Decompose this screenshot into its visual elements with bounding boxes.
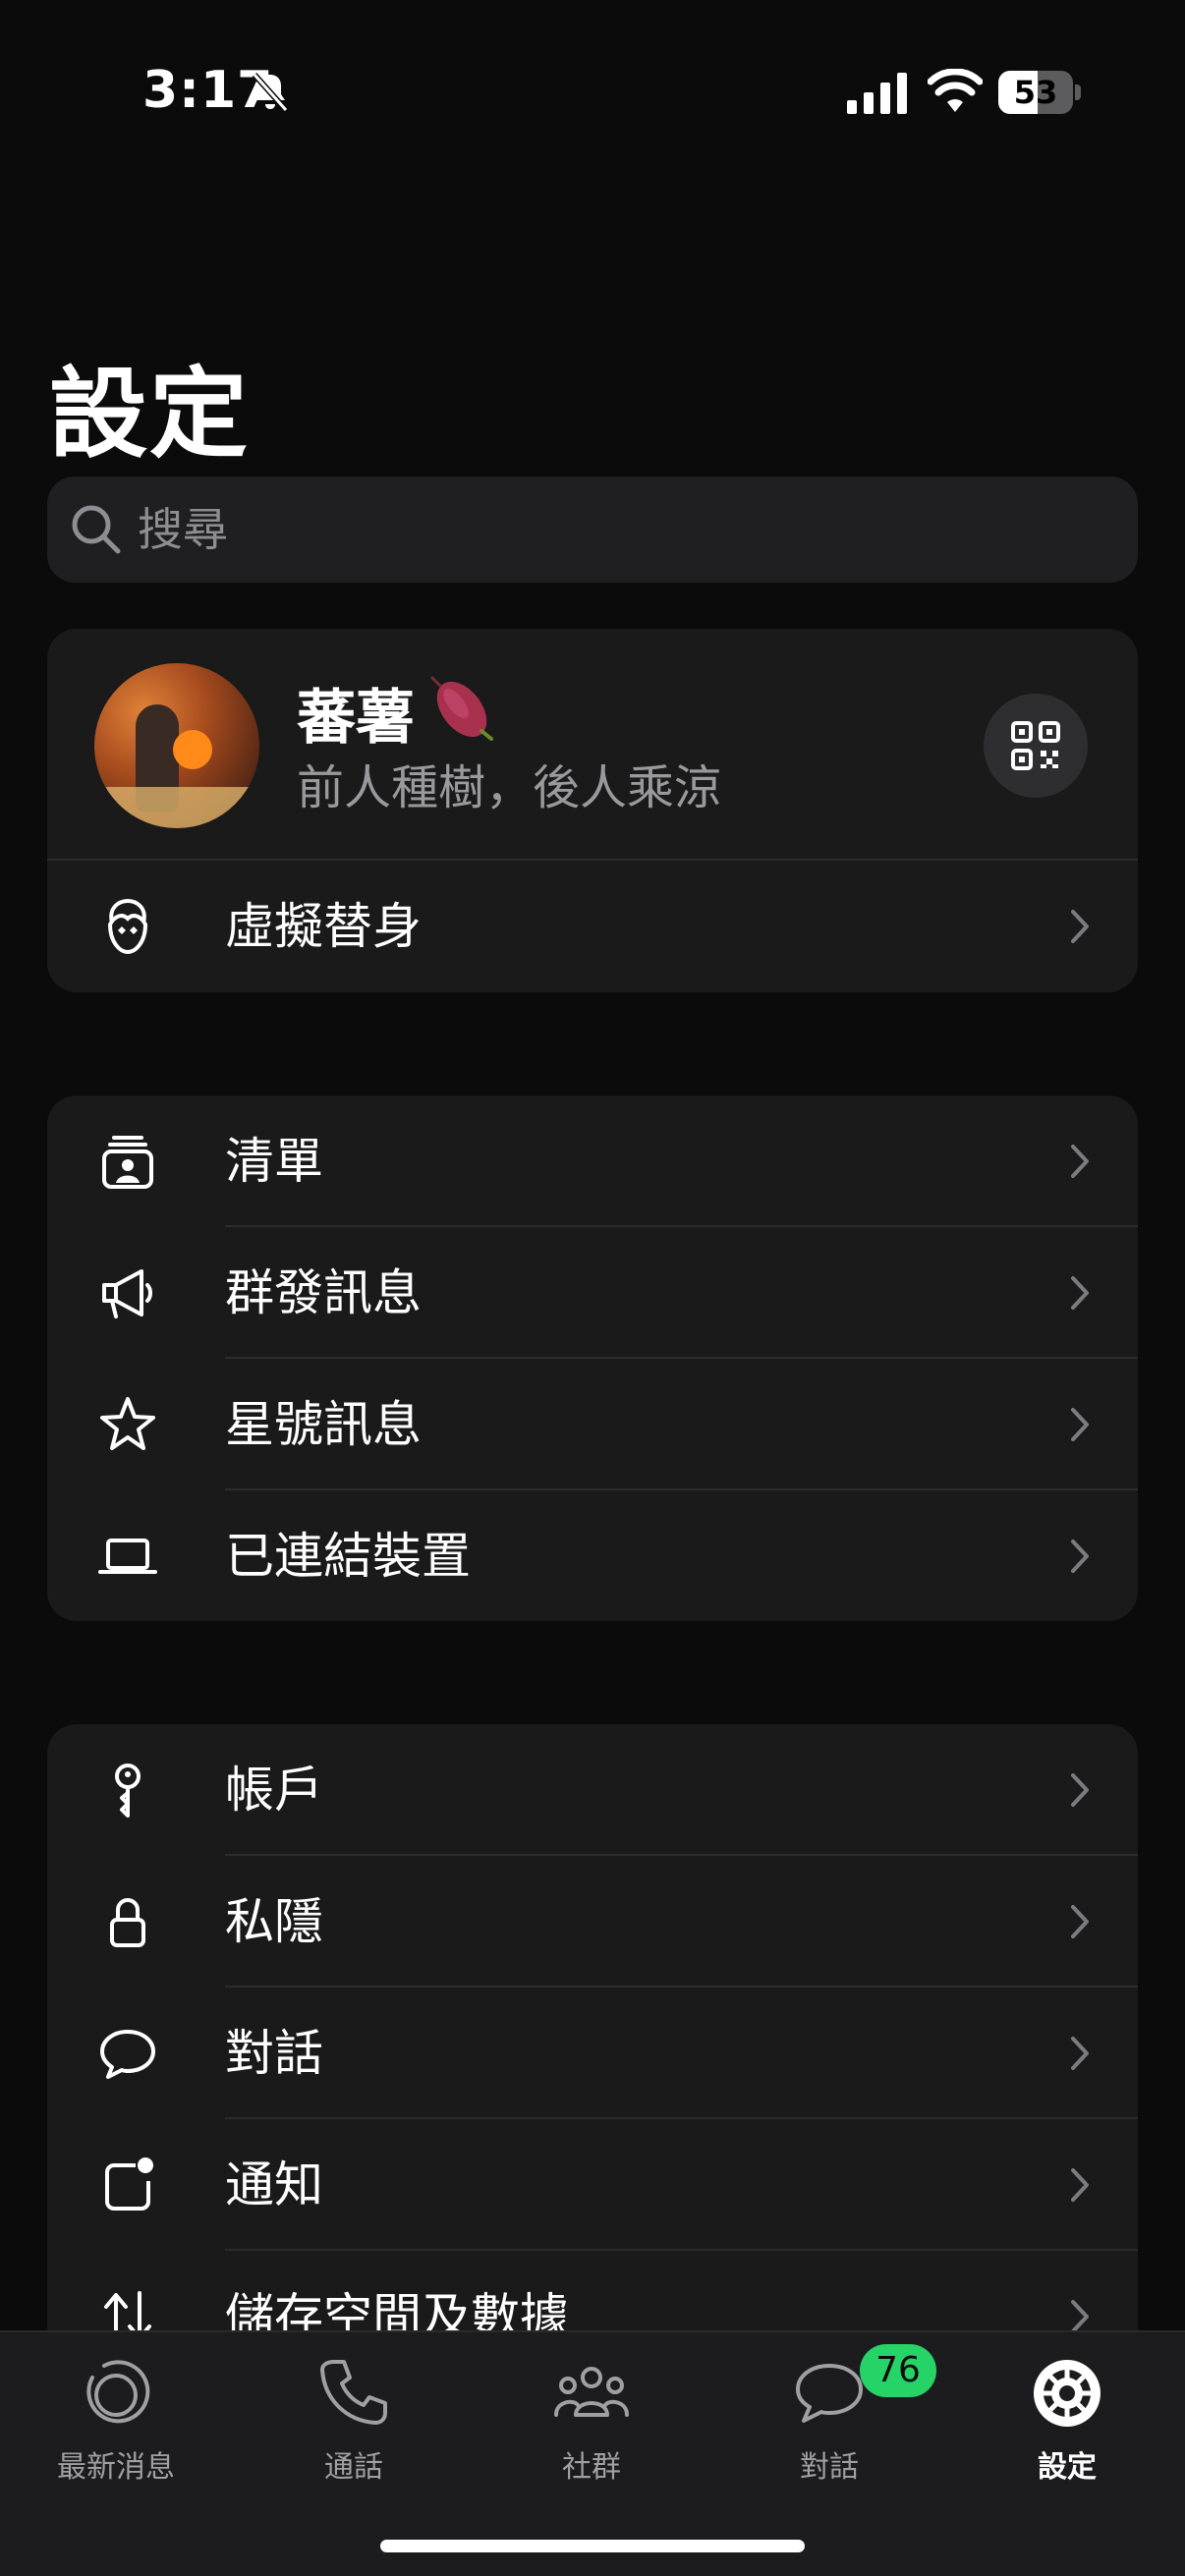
notifications-row[interactable]: 通知 <box>47 2119 1138 2251</box>
tab-communities[interactable]: 社群 <box>493 2332 690 2499</box>
search-input[interactable] <box>138 476 1100 583</box>
linked-devices-row[interactable]: 已連結裝置 <box>47 1490 1138 1621</box>
battery-percent: 53 <box>1013 74 1058 111</box>
tab-updates-label: 最新消息 <box>57 2450 175 2485</box>
chevron-right-icon <box>1071 1408 1089 1441</box>
silent-bell-icon <box>252 73 289 112</box>
avatar-row[interactable]: 虛擬替身 <box>47 861 1138 992</box>
search-icon <box>72 505 121 554</box>
chevron-right-icon <box>1071 1540 1089 1573</box>
account-row[interactable]: 帳戶 <box>47 1724 1138 1856</box>
lists-card: 清單 群發訊息 星號訊息 已連結裝置 <box>47 1095 1138 1621</box>
search-bar[interactable] <box>47 476 1138 583</box>
home-indicator <box>380 2540 805 2552</box>
profile-name: 蕃薯 <box>297 684 415 753</box>
privacy-row[interactable]: 私隱 <box>47 1856 1138 1988</box>
tab-chats-label: 對話 <box>800 2450 859 2485</box>
broadcast-label: 群發訊息 <box>225 1264 422 1321</box>
page-title: 設定 <box>49 357 250 472</box>
notifications-label: 通知 <box>225 2156 323 2213</box>
cellular-signal-icon <box>847 73 907 114</box>
qr-code-icon <box>1011 721 1060 770</box>
profile-card: 蕃薯 前人種樹，後人乘涼 虛擬替身 <box>47 629 1138 992</box>
phone-icon <box>320 2360 387 2425</box>
tab-calls-label: 通話 <box>324 2450 383 2485</box>
chats-row[interactable]: 對話 <box>47 1988 1138 2119</box>
tab-settings-label: 設定 <box>1038 2450 1097 2485</box>
tab-updates[interactable]: 最新消息 <box>18 2332 214 2499</box>
lists-row[interactable]: 清單 <box>47 1095 1138 1227</box>
chevron-right-icon <box>1071 910 1089 943</box>
profile-status: 前人種樹，後人乘涼 <box>297 760 722 815</box>
updates-icon <box>86 2360 150 2424</box>
status-bar: 3:17 53 <box>0 0 1185 187</box>
chevron-right-icon <box>1071 1905 1089 1938</box>
starred-label: 星號訊息 <box>225 1396 422 1453</box>
privacy-label: 私隱 <box>225 1893 323 1950</box>
chevron-right-icon <box>1071 2168 1089 2202</box>
tab-communities-label: 社群 <box>562 2450 621 2485</box>
avatar-face-icon <box>107 898 148 955</box>
avatar[interactable] <box>94 663 259 828</box>
tab-calls[interactable]: 通話 <box>255 2332 452 2499</box>
chats-unread-badge: 76 <box>860 2344 936 2397</box>
settings-card: 帳戶 私隱 對話 通知 儲存空間及數據 <box>47 1724 1138 2412</box>
wifi-icon <box>928 69 983 112</box>
profile-row[interactable]: 蕃薯 前人種樹，後人乘涼 <box>47 629 1138 861</box>
starred-row[interactable]: 星號訊息 <box>47 1359 1138 1490</box>
chats-icon <box>796 2364 863 2423</box>
battery-indicator: 53 <box>998 71 1081 114</box>
lists-label: 清單 <box>225 1133 323 1190</box>
tab-settings[interactable]: 設定 <box>969 2332 1165 2499</box>
chevron-right-icon <box>1071 1276 1089 1310</box>
qr-code-button[interactable] <box>984 694 1088 798</box>
laptop-icon <box>98 1539 157 1574</box>
chevron-right-icon <box>1071 1773 1089 1807</box>
broadcast-row[interactable]: 群發訊息 <box>47 1227 1138 1359</box>
avatar-row-label: 虛擬替身 <box>225 898 422 955</box>
linked-devices-label: 已連結裝置 <box>225 1528 471 1585</box>
notification-icon <box>105 2157 153 2211</box>
communities-icon <box>554 2367 629 2417</box>
account-label: 帳戶 <box>225 1762 323 1819</box>
lock-icon <box>110 1898 145 1947</box>
chats-label: 對話 <box>225 2025 323 2082</box>
chevron-right-icon <box>1071 2037 1089 2070</box>
sweet-potato-emoji-icon <box>430 676 493 741</box>
chat-bubble-icon <box>100 2030 155 2079</box>
settings-gear-icon <box>1034 2360 1100 2427</box>
star-icon <box>100 1397 155 1450</box>
key-icon <box>115 1764 141 1818</box>
chevron-right-icon <box>1071 1145 1089 1178</box>
megaphone-icon <box>102 1269 152 1318</box>
contact-card-icon <box>102 1136 153 1189</box>
